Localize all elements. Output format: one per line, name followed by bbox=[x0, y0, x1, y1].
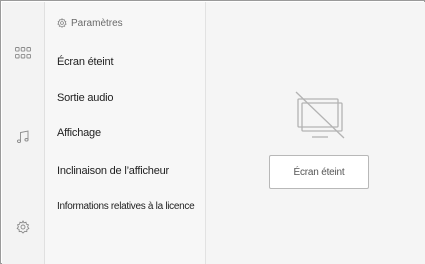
left-rail bbox=[2, 2, 45, 264]
menu-item-license-info[interactable]: Informations relatives à la licence bbox=[57, 194, 207, 218]
content-panel: Écran éteint bbox=[206, 2, 425, 264]
screen-off-button[interactable]: Écran éteint bbox=[269, 155, 369, 189]
menu-header: Paramètres bbox=[57, 16, 123, 30]
gear-icon bbox=[57, 18, 67, 28]
rail-settings-button[interactable] bbox=[2, 212, 44, 242]
menu-item-display-tilt[interactable]: Inclinaison de l’afficheur bbox=[57, 159, 207, 183]
menu-header-label: Paramètres bbox=[71, 17, 123, 29]
app-window: Paramètres Écran éteint Sortie audio Aff… bbox=[0, 0, 425, 264]
menu-item-audio-output[interactable]: Sortie audio bbox=[57, 86, 207, 110]
screen-off-icon bbox=[295, 91, 345, 139]
menu-item-screen-off[interactable]: Écran éteint bbox=[57, 50, 207, 74]
settings-menu: Paramètres Écran éteint Sortie audio Aff… bbox=[45, 2, 206, 264]
apps-grid-icon bbox=[15, 47, 31, 59]
rail-apps-button[interactable] bbox=[2, 38, 44, 68]
music-note-icon bbox=[16, 130, 29, 143]
menu-item-display[interactable]: Affichage bbox=[57, 121, 207, 145]
settings-gear-icon bbox=[16, 220, 30, 234]
rail-music-button[interactable] bbox=[2, 122, 44, 152]
